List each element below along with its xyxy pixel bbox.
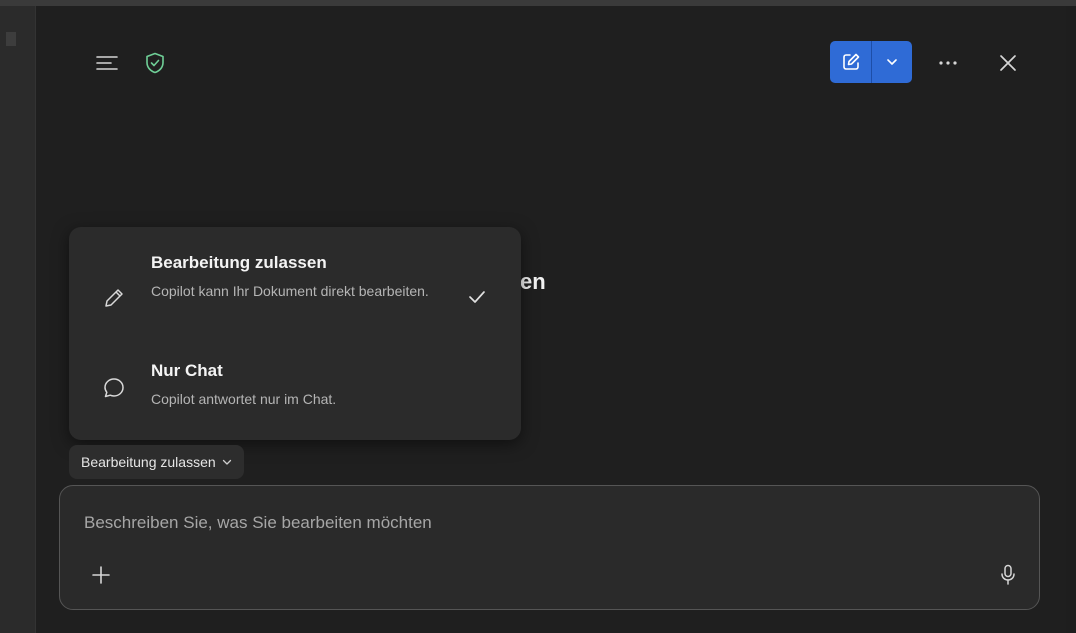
option-title: Nur Chat (151, 361, 223, 380)
mode-selector-label: Bearbeitung zulassen (81, 454, 216, 470)
chevron-down-icon (222, 459, 231, 465)
option-description: Copilot kann Ihr Dokument direkt bearbei… (151, 283, 429, 299)
prompt-composer (59, 485, 1040, 610)
document-edge-marker (6, 32, 16, 46)
prompt-input[interactable] (84, 510, 984, 536)
new-chat-button[interactable] (830, 41, 872, 83)
checkmark-icon (465, 285, 489, 309)
add-attachment-icon[interactable] (87, 561, 115, 589)
microphone-icon[interactable] (994, 561, 1022, 589)
copilot-panel: en Bearbeitung zulassen Copilot kann Ihr… (36, 6, 1066, 633)
shield-check-icon[interactable] (140, 48, 170, 78)
close-icon[interactable] (993, 48, 1023, 78)
pencil-icon (101, 285, 127, 311)
menu-option-chat-only[interactable]: Nur Chat Copilot antwortet nur im Chat. (69, 353, 521, 423)
more-options-icon[interactable] (932, 48, 964, 78)
option-title: Bearbeitung zulassen (151, 253, 327, 272)
window-right-edge (1066, 6, 1076, 633)
menu-icon[interactable] (92, 48, 122, 78)
menu-option-allow-editing[interactable]: Bearbeitung zulassen Copilot kann Ihr Do… (69, 245, 521, 335)
obscured-greeting-text: en (520, 269, 546, 294)
compose-icon (842, 53, 859, 70)
mode-selection-menu: Bearbeitung zulassen Copilot kann Ihr Do… (69, 227, 521, 440)
new-chat-dropdown-button[interactable] (872, 41, 912, 83)
mode-selector-dropdown[interactable]: Bearbeitung zulassen (69, 445, 244, 479)
document-area-edge (0, 6, 36, 633)
chat-bubble-icon (101, 375, 127, 401)
chevron-down-icon (887, 59, 897, 65)
new-chat-split-button (830, 41, 912, 83)
option-description: Copilot antwortet nur im Chat. (151, 391, 337, 407)
